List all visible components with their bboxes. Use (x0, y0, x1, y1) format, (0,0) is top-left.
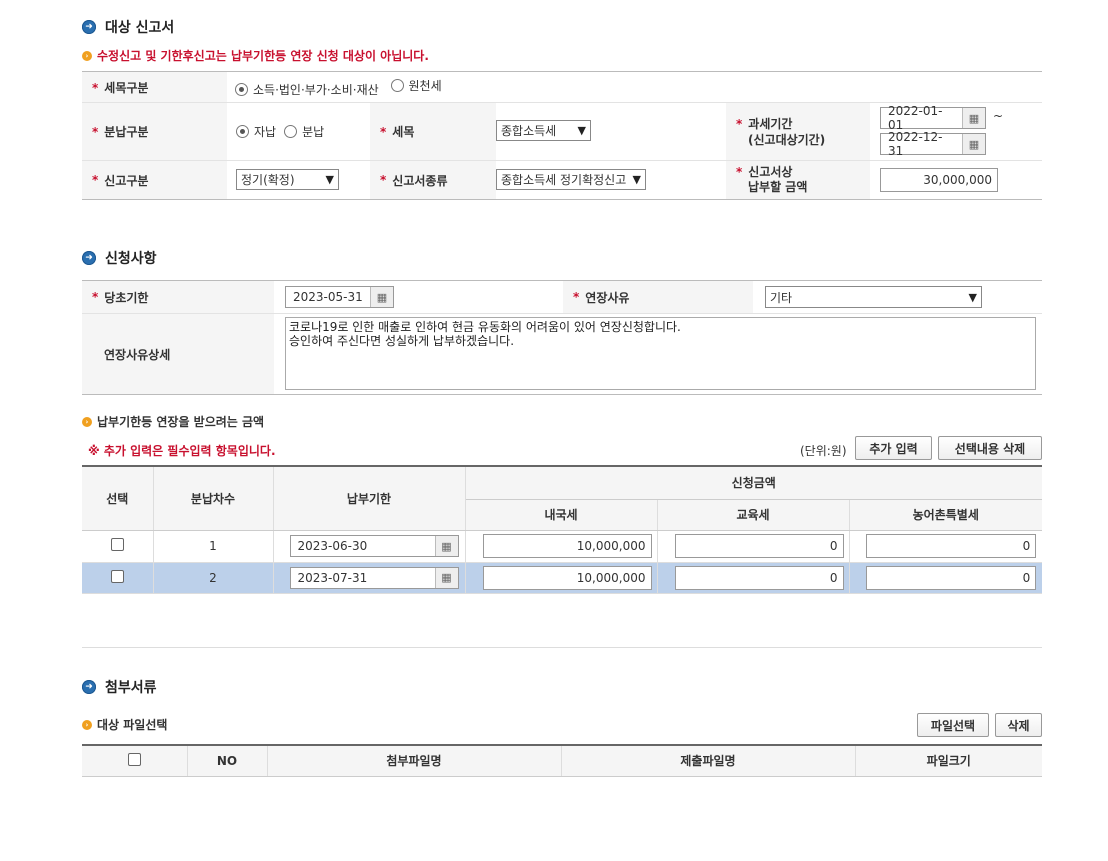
row-national-input[interactable]: 10,000,000 (482, 534, 652, 558)
row-national-input[interactable]: 10,000,000 (482, 565, 652, 590)
tax-item-select[interactable]: 종합소득세 ▼ (496, 120, 591, 141)
extension-reason-select[interactable]: 기타 ▼ (765, 286, 982, 308)
tax-category-radio-withholding[interactable]: 원천세 (390, 77, 442, 94)
col-file-size: 파일크기 (855, 745, 1042, 777)
tax-category-label: * 세목구분 (82, 71, 227, 103)
calendar-icon[interactable]: ▦ (370, 287, 393, 307)
section-divider (82, 647, 1042, 648)
add-input-button[interactable]: 추가 입력 (855, 436, 932, 460)
report-row: * 신고구분 정기(확정) ▼ * 신고서종류 종합소득세 정기확정신고 ▼ * 신고서상… (82, 161, 1042, 199)
row-no: 1 (153, 530, 274, 563)
file-delete-button[interactable]: 삭제 (995, 713, 1042, 737)
installment-radio-split[interactable]: 분납 (284, 123, 324, 140)
reason-detail-row: 연장사유상세 코로나19로 인한 매출로 인하여 현금 유동화의 어려움이 있어… (82, 314, 1042, 394)
target-form-rows: * 분납구분 자납 분납 * 세목 종합소득세 ▼ * 과세기간 (신고대상기간) 20… (82, 103, 1042, 200)
file-select-button[interactable]: 파일선택 (917, 713, 989, 737)
amount-notice: ※ 추가 입력은 필수입력 항목입니다. (88, 444, 276, 458)
target-notice: › 수정신고 및 기한후신고는 납부기한등 연장 신청 대상이 아닙니다. (82, 47, 1042, 64)
row-no: 2 (153, 562, 274, 594)
calendar-icon[interactable]: ▦ (962, 108, 985, 128)
calendar-icon[interactable]: ▦ (962, 134, 985, 154)
radio-checked-icon (235, 82, 248, 96)
payable-amount-label: * 신고서상 납부할 금액 (726, 161, 870, 199)
amount-table: 선택 분납차수 납부기한 신청금액 내국세 교육세 농어촌특별세 1 2023-… (82, 465, 1042, 594)
calendar-icon[interactable]: ▦ (434, 536, 458, 556)
row-rural-input[interactable]: 0 (866, 565, 1037, 590)
arrow-circle-icon: ➜ (82, 251, 96, 265)
row-checkbox[interactable] (110, 569, 124, 583)
payable-amount-input[interactable]: 30,000,000 (880, 168, 998, 192)
calendar-icon[interactable]: ▦ (434, 567, 458, 588)
tax-item-label: * 세목 (370, 103, 496, 160)
report-type-select[interactable]: 정기(확정) ▼ (236, 169, 339, 190)
original-deadline-label: * 당초기한 (82, 281, 274, 313)
row-rural-input[interactable]: 0 (866, 534, 1037, 558)
extension-reason-label: * 연장사유 (563, 281, 753, 313)
col-no: NO (187, 745, 268, 777)
chevron-down-icon: ▼ (968, 290, 977, 304)
installment-type-options: 자납 분납 (236, 103, 332, 160)
tax-period-label: * 과세기간 (신고대상기간) (726, 103, 870, 160)
delete-selected-button[interactable]: 선택내용 삭제 (938, 436, 1042, 460)
chevron-down-icon: ▼ (577, 124, 586, 137)
installment-type-label: * 분납구분 (82, 103, 227, 160)
col-national-tax: 내국세 (465, 499, 658, 531)
table-row: 2 2023-07-31 ▦ 10,000,000 0 0 (82, 562, 1042, 594)
col-attach-name: 첨부파일명 (267, 745, 562, 777)
row-education-input[interactable]: 0 (674, 534, 844, 558)
table-row: 1 2023-06-30 ▦ 10,000,000 0 0 (82, 530, 1042, 563)
attachment-table: NO 첨부파일명 제출파일명 파일크기 (82, 744, 1042, 777)
row-checkbox[interactable] (110, 538, 124, 551)
radio-checked-icon (236, 125, 249, 138)
section-title-attachment: ➜ 첨부서류 (82, 677, 157, 697)
chevron-down-icon: ▼ (325, 173, 334, 186)
row-education-input[interactable]: 0 (674, 565, 844, 590)
report-type-label: * 신고구분 (82, 161, 227, 199)
deadline-row: * 당초기한 2023-05-31 ▦ * 연장사유 기타 ▼ (82, 281, 1042, 314)
amount-section-title: › 납부기한등 연장을 받으려는 금액 (82, 413, 264, 430)
radio-unchecked-icon (390, 78, 404, 92)
application-form: * 당초기한 2023-05-31 ▦ * 연장사유 기타 ▼ 연장사유상세 코로나19… (82, 280, 1042, 395)
col-education-tax: 교육세 (657, 499, 850, 531)
arrow-circle-small-icon: › (82, 416, 92, 427)
arrow-circle-small-icon: › (82, 50, 92, 61)
radio-unchecked-icon (284, 125, 298, 138)
col-submit-name: 제출파일명 (561, 745, 856, 777)
target-section: ➜ 대상 신고서 › 수정신고 및 기한후신고는 납부기한등 연장 신청 대상이… (82, 17, 1042, 103)
arrow-circle-icon: ➜ (82, 680, 96, 694)
row-deadline-input[interactable]: 2023-06-30 ▦ (289, 535, 459, 557)
target-form-table: * 세목구분 소득·법인·부가·소비·재산 원천세 (82, 71, 1042, 103)
tax-period-start-input[interactable]: 2022-01-01 ▦ (880, 104, 986, 132)
section-title-application: ➜ 신청사항 (82, 248, 157, 268)
installment-radio-self[interactable]: 자납 (236, 123, 276, 140)
col-select-all (82, 745, 188, 777)
unit-label: (단위:원) (800, 444, 847, 458)
attachment-subtitle: › 대상 파일선택 (82, 716, 167, 733)
period-tilde: ~ (993, 109, 1004, 123)
col-installment-no: 분납차수 (153, 466, 274, 531)
original-deadline-input[interactable]: 2023-05-31 ▦ (285, 286, 394, 308)
installment-row: * 분납구분 자납 분납 * 세목 종합소득세 ▼ * 과세기간 (신고대상기간) 20… (82, 103, 1042, 161)
tax-category-radio-general[interactable]: 소득·법인·부가·소비·재산 (235, 81, 379, 98)
reason-detail-label: 연장사유상세 (82, 314, 274, 394)
arrow-circle-icon: ➜ (82, 20, 96, 34)
col-select: 선택 (82, 466, 154, 531)
section-title-target: ➜ 대상 신고서 (82, 17, 1042, 37)
col-amount-group: 신청금액 (465, 466, 1042, 500)
col-deadline: 납부기한 (273, 466, 466, 531)
row-deadline-input[interactable]: 2023-07-31 ▦ (289, 566, 459, 589)
tax-period-end-input[interactable]: 2022-12-31 ▦ (880, 130, 986, 158)
reason-detail-textarea[interactable]: 코로나19로 인한 매출로 인하여 현금 유동화의 어려움이 있어 연장신청합니… (285, 317, 1036, 390)
report-kind-label: * 신고서종류 (370, 161, 496, 199)
chevron-down-icon: ▼ (632, 173, 641, 186)
col-rural-tax: 농어촌특별세 (849, 499, 1042, 531)
report-kind-select[interactable]: 종합소득세 정기확정신고 ▼ (496, 169, 646, 190)
arrow-circle-small-icon: › (82, 719, 92, 730)
select-all-checkbox[interactable] (127, 752, 141, 766)
tax-category-options: 소득·법인·부가·소비·재산 원천세 (227, 71, 1042, 103)
